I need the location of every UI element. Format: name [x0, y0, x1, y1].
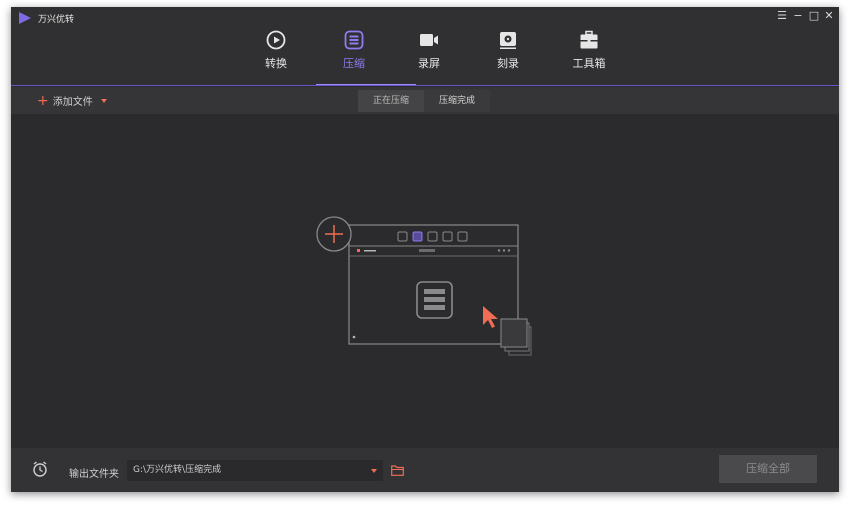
alarm-clock-icon[interactable] — [31, 460, 49, 478]
nav-compress-label: 压缩 — [343, 57, 365, 70]
maximize-button[interactable]: □ — [807, 9, 821, 22]
nav-toolbox[interactable]: 工具箱 — [559, 29, 619, 71]
output-folder-label: 输出文件夹 — [69, 469, 119, 480]
nav-convert-label: 转换 — [265, 57, 287, 70]
minimize-button[interactable]: − — [791, 9, 805, 22]
footer: 输出文件夹 G:\万兴优转\压缩完成 压缩全部 — [11, 448, 839, 492]
plus-icon: + — [37, 92, 49, 109]
folder-icon[interactable] — [391, 465, 404, 476]
nav-toolbox-label: 工具箱 — [572, 57, 606, 70]
app-logo-icon — [19, 12, 31, 24]
nav-burn[interactable]: 刻录 — [478, 29, 538, 71]
toolbox-icon — [580, 30, 598, 49]
chevron-down-icon[interactable] — [371, 469, 377, 473]
drop-area[interactable] — [11, 114, 839, 448]
output-path-value: G:\万兴优转\压缩完成 — [133, 465, 222, 475]
app-name: 万兴优转 — [38, 15, 75, 25]
nav-record-label: 录屏 — [418, 57, 440, 70]
record-icon — [420, 34, 438, 46]
output-path-select[interactable]: G:\万兴优转\压缩完成 — [127, 460, 383, 481]
convert-icon — [266, 30, 286, 50]
add-file-button[interactable]: + 添加文件 — [37, 93, 107, 108]
nav-record[interactable]: 录屏 — [399, 29, 459, 71]
title-bar: 万兴优转 ☰ − □ ✕ 转换 压缩 录屏 刻录 工具箱 — [11, 7, 839, 85]
nav-burn-label: 刻录 — [497, 57, 519, 70]
add-files-illustration — [316, 216, 532, 356]
compress-icon — [344, 30, 364, 50]
tab-compressed[interactable]: 压缩完成 — [424, 90, 490, 112]
app-window: 万兴优转 ☰ − □ ✕ 转换 压缩 录屏 刻录 工具箱 + 添加文件 正在压缩… — [11, 7, 839, 492]
divider — [11, 85, 839, 86]
tab-compressing[interactable]: 正在压缩 — [358, 90, 424, 112]
nav-convert[interactable]: 转换 — [246, 29, 306, 71]
burn-disc-icon — [500, 32, 516, 49]
menu-icon[interactable]: ☰ — [775, 9, 789, 22]
add-file-label: 添加文件 — [52, 97, 93, 108]
compress-all-button[interactable]: 压缩全部 — [719, 455, 817, 483]
close-button[interactable]: ✕ — [822, 9, 836, 22]
chevron-down-icon[interactable] — [100, 98, 107, 103]
nav-compress[interactable]: 压缩 — [324, 29, 384, 71]
toolbar: + 添加文件 正在压缩 压缩完成 — [11, 87, 839, 114]
